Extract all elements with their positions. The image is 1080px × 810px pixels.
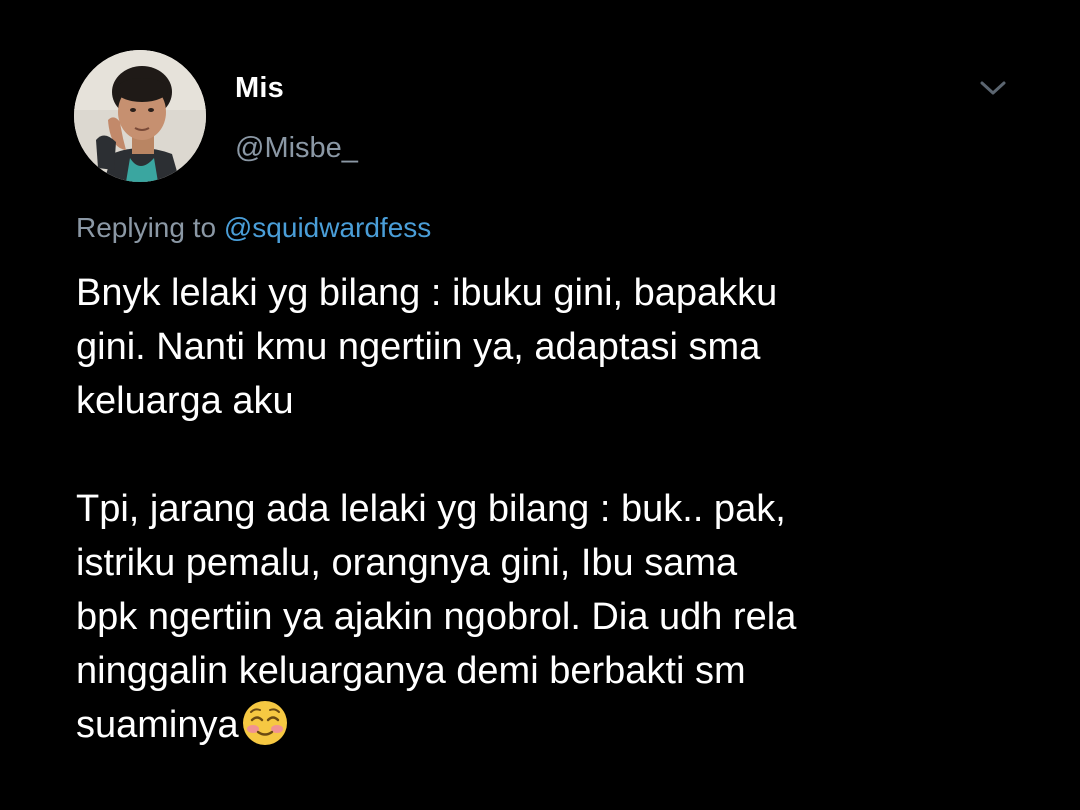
- tweet-line: suaminya: [76, 704, 239, 746]
- tweet-line: istriku pemalu, orangnya gini, Ibu sama: [76, 542, 738, 584]
- avatar[interactable]: [74, 50, 206, 182]
- tweet-line: Tpi, jarang ada lelaki yg bilang : buk..…: [76, 488, 786, 530]
- reply-prefix: Replying to: [76, 212, 217, 243]
- chevron-down-icon[interactable]: [976, 74, 1010, 102]
- profile-photo-icon: [74, 50, 206, 182]
- reply-mention-link[interactable]: @squidwardfess: [224, 212, 431, 243]
- tweet-text: Bnyk lelaki yg bilang : ibuku gini, bapa…: [76, 266, 1036, 752]
- reply-context: Replying to @squidwardfess: [76, 212, 431, 244]
- tweet-line: gini. Nanti kmu ngertiin ya, adaptasi sm…: [76, 326, 761, 368]
- smiling-face-emoji-icon: [241, 699, 289, 747]
- tweet-line: ninggalin keluarganya demi berbakti sm: [76, 650, 746, 692]
- tweet-line: keluarga aku: [76, 380, 294, 422]
- tweet-line: bpk ngertiin ya ajakin ngobrol. Dia udh …: [76, 596, 797, 638]
- tweet-card: Mis @Misbe_ Replying to @squidwardfess B…: [0, 0, 1080, 810]
- display-name[interactable]: Mis: [235, 72, 284, 105]
- tweet-line: Bnyk lelaki yg bilang : ibuku gini, bapa…: [76, 272, 778, 314]
- user-handle[interactable]: @Misbe_: [235, 132, 358, 165]
- tweet-line-last: suaminya: [76, 698, 1036, 752]
- paragraph-break: [76, 428, 1036, 482]
